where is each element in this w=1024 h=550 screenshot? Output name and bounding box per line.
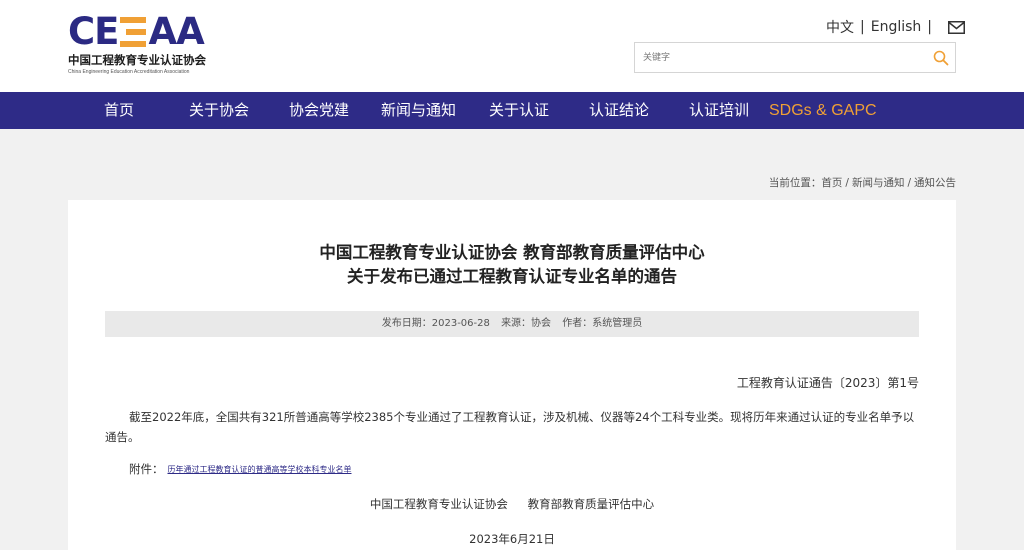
nav-item-sdgs-gapc[interactable]: SDGs & GAPC [769, 92, 877, 129]
meta-date: 发布日期：2023-06-28 [381, 318, 490, 329]
nav-item-home[interactable]: 首页 [104, 92, 134, 129]
breadcrumb-notices[interactable]: 通知公告 [914, 177, 956, 189]
article-signers: 中国工程教育专业认证协会 教育部教育质量评估中心 [68, 496, 956, 512]
logo-letter-a1: A [148, 10, 177, 53]
article-title-line2: 关于发布已通过工程教育认证专业名单的通告 [347, 267, 677, 286]
breadcrumb-separator: / [845, 177, 849, 189]
nav-item-results[interactable]: 认证结论 [589, 92, 649, 129]
article-date: 2023年6月21日 [469, 532, 555, 546]
lang-separator: | [860, 19, 865, 35]
logo-letter-a2: A [176, 10, 205, 53]
nav-item-about-association[interactable]: 关于协会 [189, 92, 249, 129]
search-input[interactable] [635, 43, 925, 72]
meta-source: 来源：协会 [501, 318, 552, 329]
search-box [634, 42, 956, 73]
nav-item-training[interactable]: 认证培训 [689, 92, 749, 129]
signer-moe-center: 教育部教育质量评估中心 [527, 497, 655, 511]
logo-letter-e: E [94, 10, 119, 53]
logo-name-en: China Engineering Education Accreditatio… [68, 69, 190, 75]
attachment: 附件： 历年通过工程教育认证的普通高等学校本科专业名单 [129, 461, 352, 477]
nav-item-about-accreditation[interactable]: 关于认证 [489, 92, 549, 129]
mail-icon[interactable] [948, 20, 965, 34]
breadcrumb-separator-2: / [907, 177, 911, 189]
lang-english-link[interactable]: English [871, 19, 922, 35]
nav-item-news[interactable]: 新闻与通知 [381, 92, 456, 129]
lang-chinese-link[interactable]: 中文 [826, 17, 854, 37]
attachment-label: 附件： [129, 462, 164, 476]
language-switcher: 中文 | English | [826, 17, 965, 37]
lang-separator-2: | [927, 19, 932, 35]
nav-item-party-building[interactable]: 协会党建 [289, 92, 349, 129]
document-number: 工程教育认证通告〔2023〕第1号 [736, 376, 919, 390]
breadcrumb-prefix: 当前位置： [768, 177, 822, 189]
breadcrumb-news[interactable]: 新闻与通知 [852, 177, 905, 189]
article-title-line1: 中国工程教育专业认证协会 教育部教育质量评估中心 [319, 243, 705, 262]
search-icon[interactable] [933, 50, 949, 66]
breadcrumb: 当前位置：首页 / 新闻与通知 / 通知公告 [769, 175, 956, 190]
logo-name-cn: 中国工程教育专业认证协会 [68, 53, 206, 67]
site-header: C E A A 中国工程教育专业认证协会 China Engineering E… [0, 0, 1024, 92]
logo-orange-e-shape [120, 17, 147, 47]
logo-mark: C E A A [68, 10, 228, 53]
article-card: 中国工程教育专业认证协会 教育部教育质量评估中心 关于发布已通过工程教育认证专业… [68, 200, 956, 550]
logo-letter-c: C [68, 10, 95, 53]
attachment-link[interactable]: 历年通过工程教育认证的普通高等学校本科专业名单 [168, 465, 352, 474]
ceeaa-logo[interactable]: C E A A 中国工程教育专业认证协会 China Engineering E… [68, 10, 228, 75]
article-paragraph: 截至2022年底，全国共有321所普通高等学校2385个专业通过了工程教育认证，… [105, 410, 915, 444]
meta-author: 作者：系统管理员 [562, 318, 643, 329]
article-meta: 发布日期：2023-06-28 来源：协会 作者：系统管理员 [105, 311, 919, 337]
main-nav: 首页 关于协会 协会党建 新闻与通知 关于认证 认证结论 认证培训 SDGs &… [0, 92, 1024, 129]
signer-ceeaa: 中国工程教育专业认证协会 [369, 497, 508, 511]
breadcrumb-home[interactable]: 首页 [821, 177, 842, 189]
